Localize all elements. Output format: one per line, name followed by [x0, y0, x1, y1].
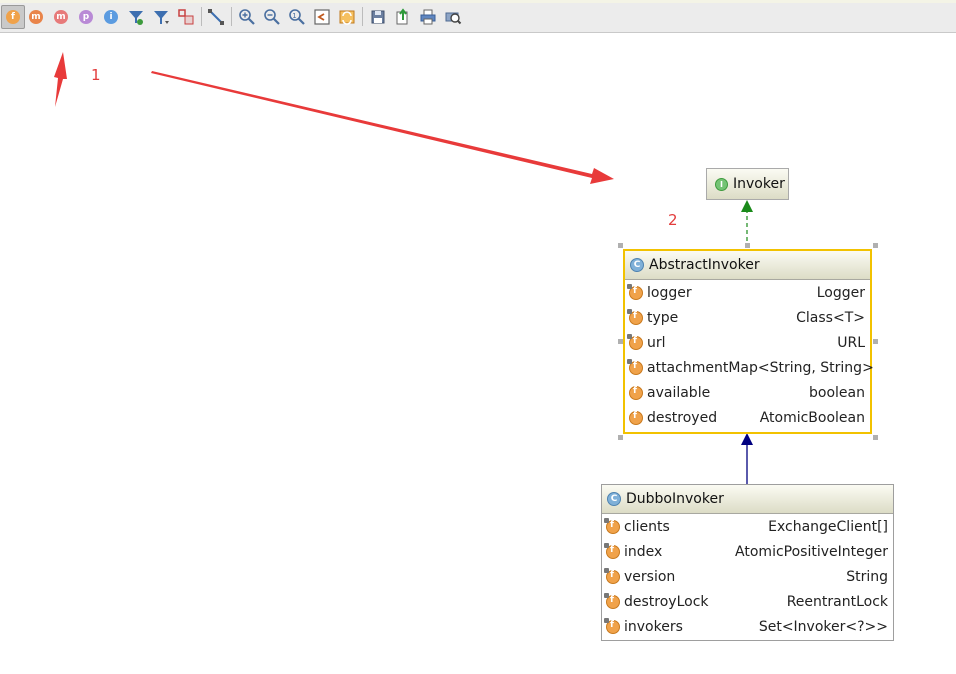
- dubbo-invoker-field-list: clients ExchangeClient[] index AtomicPos…: [602, 514, 893, 639]
- field-name: version: [624, 568, 676, 585]
- private-field-icon: [604, 542, 620, 559]
- selection-handle[interactable]: [618, 243, 623, 248]
- field-row[interactable]: available boolean: [625, 380, 870, 405]
- field-name: available: [647, 384, 711, 401]
- field-type: boolean: [809, 384, 865, 401]
- annotation-label-2: 2: [668, 211, 678, 229]
- selection-handle[interactable]: [618, 435, 623, 440]
- abstract-invoker-field-list: logger Logger type Class<T> url URL atta…: [625, 280, 874, 430]
- field-type: ReentrantLock: [786, 593, 888, 610]
- field-name: url: [647, 334, 666, 351]
- abstract-invoker-class-node[interactable]: C AbstractInvoker logger Logger type Cla…: [623, 249, 874, 434]
- field-type: ExchangeClient[]: [768, 518, 888, 535]
- field-row[interactable]: logger Logger: [625, 280, 870, 305]
- class-icon: C: [607, 492, 621, 506]
- field-name: destroyLock: [624, 593, 709, 610]
- field-type: URL: [837, 334, 865, 351]
- selection-handle[interactable]: [873, 243, 878, 248]
- invoker-node-header: I Invoker: [707, 169, 788, 199]
- field-icon: [629, 410, 643, 425]
- field-type: String: [846, 568, 888, 585]
- selection-handle[interactable]: [745, 243, 750, 248]
- field-name: invokers: [624, 618, 683, 635]
- selection-handle[interactable]: [873, 339, 878, 344]
- private-field-icon: [604, 517, 620, 534]
- private-field-icon: [604, 592, 620, 609]
- field-row[interactable]: type Class<T>: [625, 305, 870, 330]
- field-type: AtomicBoolean: [759, 409, 865, 426]
- field-row[interactable]: version String: [602, 564, 893, 589]
- field-name: destroyed: [647, 409, 718, 426]
- field-type: Class<T>: [796, 309, 865, 326]
- field-row[interactable]: index AtomicPositiveInteger: [602, 539, 893, 564]
- field-row[interactable]: invokers Set<Invoker<?>>: [602, 614, 893, 639]
- field-row[interactable]: destroyLock ReentrantLock: [602, 589, 893, 614]
- selection-handle[interactable]: [873, 435, 878, 440]
- field-type: Map<String, String>: [728, 359, 874, 376]
- abstract-invoker-node-header: C AbstractInvoker: [625, 251, 870, 280]
- field-row[interactable]: clients ExchangeClient[]: [602, 514, 893, 539]
- invoker-interface-node[interactable]: I Invoker: [706, 168, 789, 200]
- field-name: index: [624, 543, 663, 560]
- annotation-arrow-2: [151, 71, 614, 184]
- annotation-arrow-1: [54, 52, 67, 107]
- field-row[interactable]: destroyed AtomicBoolean: [625, 405, 870, 430]
- field-row[interactable]: attachment Map<String, String>: [625, 355, 874, 380]
- annotation-label-1: 1: [91, 66, 101, 84]
- field-type: AtomicPositiveInteger: [735, 543, 888, 560]
- abstract-invoker-node-title: AbstractInvoker: [649, 257, 760, 273]
- abstract-class-icon: C: [630, 258, 644, 272]
- field-row[interactable]: url URL: [625, 330, 870, 355]
- dubbo-invoker-node-title: DubboInvoker: [626, 491, 724, 507]
- inheritance-arrowhead: [741, 433, 753, 445]
- interface-icon: I: [715, 177, 728, 191]
- private-field-icon: [604, 567, 620, 584]
- private-field-icon: [627, 333, 643, 350]
- field-type: Logger: [816, 284, 865, 301]
- realization-arrowhead: [741, 200, 753, 212]
- dubbo-invoker-node-header: C DubboInvoker: [602, 485, 893, 514]
- invoker-node-title: Invoker: [733, 176, 785, 192]
- private-field-icon: [627, 358, 643, 375]
- field-name: logger: [647, 284, 692, 301]
- field-type: Set<Invoker<?>>: [758, 618, 888, 635]
- private-field-icon: [604, 617, 620, 634]
- private-field-icon: [627, 308, 643, 325]
- field-icon: [629, 385, 643, 400]
- field-name: clients: [624, 518, 670, 535]
- private-field-icon: [627, 283, 643, 300]
- field-name: type: [647, 309, 679, 326]
- field-name: attachment: [647, 359, 729, 376]
- dubbo-invoker-class-node[interactable]: C DubboInvoker clients ExchangeClient[] …: [601, 484, 894, 641]
